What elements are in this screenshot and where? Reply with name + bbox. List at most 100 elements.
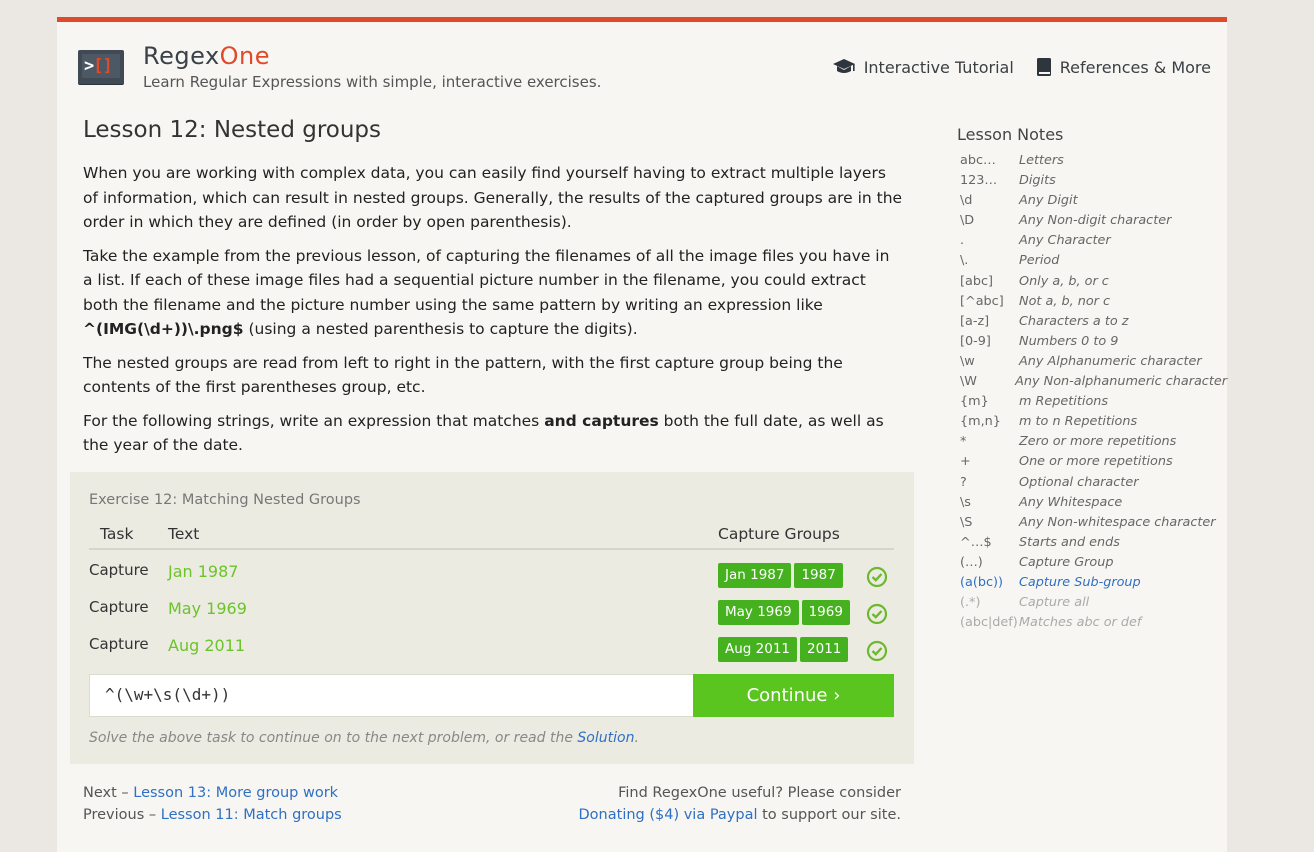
capture-groups: Aug 2011 2011 [718, 637, 849, 662]
note-key: \w [960, 353, 975, 369]
lesson-notes-title: Lesson Notes [957, 125, 1064, 144]
note-row: ^…$ Starts and ends [957, 533, 1227, 553]
p2-code-example: ^(IMG(\d+))\.png$ [83, 320, 244, 338]
exercise-title: Exercise 12: Matching Nested Groups [89, 492, 361, 508]
graduation-cap-icon [832, 59, 855, 73]
note-value: Digits [1019, 173, 1056, 189]
note-row: \s Any Whitespace [957, 493, 1227, 513]
note-key: * [960, 434, 967, 450]
logo[interactable]: >[] [78, 50, 124, 84]
note-value: Characters a to z [1019, 313, 1129, 329]
nav-label: References & More [1059, 57, 1211, 77]
note-key: \W [960, 374, 977, 390]
logo-glyph: >[] [84, 55, 113, 77]
note-value: Any Non-digit character [1019, 213, 1172, 229]
note-row: \. Period [957, 251, 1227, 271]
note-value: Only a, b, or c [1019, 273, 1109, 289]
lesson-paragraph-2: Take the example from the previous lesso… [83, 244, 903, 342]
note-row: [a-z] Characters a to z [957, 312, 1227, 332]
capture-groups: May 1969 1969 [718, 600, 850, 625]
note-key: ^…$ [960, 534, 992, 550]
book-icon [1036, 58, 1051, 76]
task-label: Capture [89, 561, 149, 579]
column-header-text: Text [168, 525, 200, 543]
logo-glyph-right: [] [93, 56, 113, 76]
note-row: {m} m Repetitions [957, 392, 1227, 412]
donate-link[interactable]: Donating ($4) via Paypal [579, 807, 758, 823]
regex-input[interactable]: ^(\w+\s(\d+)) Continue › [89, 674, 894, 717]
note-key: [a-z] [960, 313, 990, 329]
task-row: Capture May 1969 May 1969 1969 [89, 595, 894, 625]
prev-prefix: Previous – [83, 807, 161, 823]
note-value: Any Whitespace [1019, 494, 1123, 510]
column-header-task: Task [100, 525, 134, 543]
donate-after: to support our site. [757, 807, 901, 823]
note-key: {m,n} [960, 414, 1001, 430]
task-label: Capture [89, 598, 149, 616]
exercise-panel: Exercise 12: Matching Nested Groups Task… [70, 472, 914, 764]
capture-group-chip: May 1969 [718, 600, 799, 625]
previous-lesson-link[interactable]: Lesson 11: Match groups [161, 807, 342, 823]
regex-input-value[interactable]: ^(\w+\s(\d+)) [105, 685, 230, 704]
hint-text: Solve the above task to continue on to t… [89, 730, 578, 746]
task-row: Capture Jan 1987 Jan 1987 1987 [89, 558, 894, 588]
task-label: Capture [89, 635, 149, 653]
continue-button[interactable]: Continue › [693, 674, 894, 717]
task-text: May 1969 [168, 599, 247, 618]
capture-groups: Jan 1987 1987 [718, 563, 843, 588]
next-lesson-line: Next – Lesson 13: More group work [83, 782, 342, 804]
note-value: One or more repetitions [1019, 454, 1173, 470]
lesson-paragraph-4: For the following strings, write an expr… [83, 409, 903, 458]
note-key: ? [960, 474, 967, 490]
note-row: \S Any Non-whitespace character [957, 513, 1227, 533]
tagline: Learn Regular Expressions with simple, i… [143, 73, 602, 91]
task-text: Jan 1987 [168, 562, 239, 581]
note-value: Letters [1019, 153, 1064, 168]
note-value: Numbers 0 to 9 [1019, 333, 1119, 349]
previous-lesson-line: Previous – Lesson 11: Match groups [83, 804, 342, 826]
p4-bold: and captures [544, 411, 659, 430]
note-value: Period [1019, 253, 1060, 269]
note-row: . Any Character [957, 231, 1227, 251]
note-value: Not a, b, nor c [1019, 293, 1111, 309]
support-line: Find RegexOne useful? Please consider [618, 785, 901, 801]
solution-link[interactable]: Solution [577, 730, 634, 746]
lesson-notes-sidebar: Lesson Notes abc… Letters 123… Digits \d An… [957, 125, 1227, 633]
check-circle-icon [866, 566, 888, 588]
task-text: Aug 2011 [168, 636, 246, 655]
next-prefix: Next – [83, 785, 134, 801]
brand-name[interactable]: RegexOne [143, 42, 270, 70]
note-value: Capture Group [1019, 554, 1114, 570]
note-key: \S [960, 514, 973, 530]
solution-hint: Solve the above task to continue on to t… [89, 730, 639, 746]
note-key: 123… [960, 173, 998, 189]
nav-references[interactable]: References & More [1036, 57, 1211, 77]
capture-group-chip: Jan 1987 [718, 563, 792, 588]
note-value: Optional character [1019, 474, 1139, 490]
note-value: Matches abc or def [1019, 615, 1142, 631]
nav-interactive-tutorial[interactable]: Interactive Tutorial [832, 57, 1014, 77]
check-circle-icon [866, 640, 888, 662]
nav-label: Interactive Tutorial [863, 57, 1014, 77]
lesson-paragraph-1: When you are working with complex data, … [83, 164, 903, 231]
lesson-title: Lesson 12: Nested groups [83, 117, 382, 143]
note-key: {m} [960, 394, 989, 410]
note-key: [^abc] [960, 293, 1004, 309]
note-row: * Zero or more repetitions [957, 432, 1227, 452]
donate-line: Donating ($4) via Paypal to support our … [557, 804, 901, 826]
column-header-groups: Capture Groups [718, 525, 840, 543]
check-circle-icon [866, 603, 888, 625]
note-value: Any Non-whitespace character [1019, 514, 1216, 530]
note-value: Capture Sub-group [1019, 574, 1141, 590]
note-row-highlighted: (a(bc)) Capture Sub-group [957, 573, 1227, 593]
note-key: [abc] [960, 273, 993, 289]
note-row: \D Any Non-digit character [957, 211, 1227, 231]
header-divider [89, 548, 894, 550]
note-key: \D [960, 213, 975, 229]
capture-group-chip: 1969 [801, 600, 850, 625]
note-row: \W Any Non-alphanumeric character [957, 372, 1227, 392]
brand-main: Regex [143, 42, 220, 70]
next-lesson-link[interactable]: Lesson 13: More group work [133, 785, 338, 801]
note-key: \d [960, 193, 973, 209]
lesson-navigation: Next – Lesson 13: More group work Previo… [83, 782, 342, 826]
